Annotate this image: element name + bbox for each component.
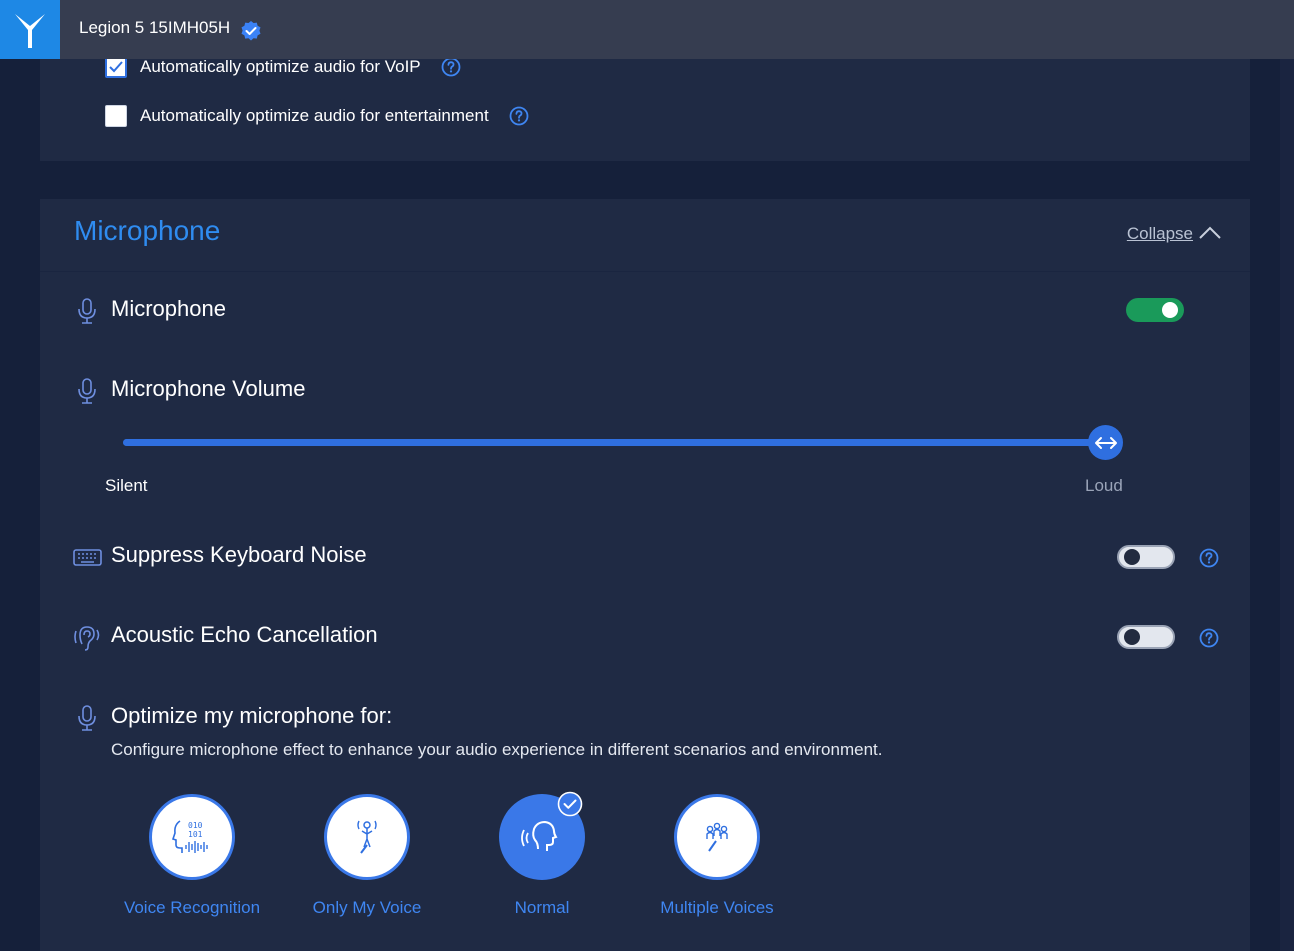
microphone-toggle[interactable]: [1126, 298, 1184, 322]
only-my-voice-icon: [357, 820, 377, 854]
mode-normal[interactable]: Normal: [457, 791, 627, 918]
help-icon[interactable]: [509, 106, 529, 126]
mode-circle[interactable]: [499, 791, 585, 880]
toggle-knob: [1124, 629, 1140, 645]
mode-circle[interactable]: [324, 794, 410, 880]
optimize-microphone-description: Configure microphone effect to enhance y…: [111, 740, 883, 759]
voip-checkbox-label: Automatically optimize audio for VoIP: [140, 57, 421, 76]
toggle-knob: [1162, 302, 1178, 318]
title-bar: Legion 5 15IMH05H: [0, 0, 1294, 59]
mode-voice-recognition[interactable]: 010 101 Voice Recognition: [107, 794, 277, 918]
acoustic-echo-cancellation-label: Acoustic Echo Cancellation: [111, 622, 378, 647]
slider-min-label: Silent: [105, 476, 148, 495]
mode-label: Only My Voice: [312, 898, 422, 917]
microphone-icon: [72, 296, 102, 326]
mode-label: Normal: [514, 898, 570, 917]
acoustic-echo-cancellation-toggle[interactable]: [1117, 625, 1175, 649]
voip-option-row: Automatically optimize audio for VoIP: [105, 56, 461, 78]
mode-only-my-voice[interactable]: Only My Voice: [282, 794, 452, 918]
slider-max-label: Loud: [1085, 476, 1123, 495]
help-icon[interactable]: [441, 57, 461, 77]
entertainment-checkbox[interactable]: [105, 105, 127, 127]
mode-circle[interactable]: [674, 794, 760, 880]
mode-label: Voice Recognition: [123, 898, 261, 917]
microphone-volume-label: Microphone Volume: [111, 376, 306, 401]
help-icon[interactable]: [1199, 628, 1219, 648]
chevron-up-icon[interactable]: [1198, 225, 1222, 241]
microphone-volume-slider[interactable]: [123, 439, 1105, 446]
entertainment-checkbox-label: Automatically optimize audio for enterta…: [140, 106, 489, 125]
selected-check-icon: [557, 791, 583, 817]
microphone-panel-header: Microphone Collapse: [40, 199, 1250, 272]
optimize-microphone-title: Optimize my microphone for:: [111, 703, 393, 728]
slider-thumb[interactable]: [1088, 425, 1123, 460]
svg-text:101: 101: [188, 830, 203, 839]
ear-icon: [72, 622, 102, 652]
multiple-voices-icon: [706, 822, 728, 852]
keyboard-icon: [72, 542, 102, 572]
slider-fill: [123, 439, 1105, 446]
suppress-keyboard-noise-toggle[interactable]: [1117, 545, 1175, 569]
device-name: Legion 5 15IMH05H: [79, 18, 231, 37]
microphone-label: Microphone: [111, 296, 226, 321]
voip-checkbox[interactable]: [105, 56, 127, 78]
help-icon[interactable]: [1199, 548, 1219, 568]
mode-label: Multiple Voices: [660, 898, 774, 917]
entertainment-option-row: Automatically optimize audio for enterta…: [105, 105, 529, 127]
mode-circle[interactable]: 010 101: [149, 794, 235, 880]
mode-multiple-voices[interactable]: Multiple Voices: [632, 794, 802, 918]
section-title: Microphone: [74, 215, 221, 246]
svg-text:010: 010: [188, 821, 203, 830]
normal-voice-icon: [521, 820, 558, 851]
scrollbar-track[interactable]: [1280, 59, 1294, 951]
microphone-icon: [72, 703, 102, 733]
microphone-icon: [72, 376, 102, 406]
microphone-panel: Microphone Collapse Microphone Microphon…: [40, 199, 1250, 951]
suppress-keyboard-noise-label: Suppress Keyboard Noise: [111, 542, 367, 567]
legion-logo-icon[interactable]: [0, 0, 60, 59]
verified-check-icon: [240, 20, 262, 42]
voice-recognition-icon: 010 101: [171, 820, 208, 853]
toggle-knob: [1124, 549, 1140, 565]
collapse-link[interactable]: Collapse: [1127, 224, 1193, 244]
